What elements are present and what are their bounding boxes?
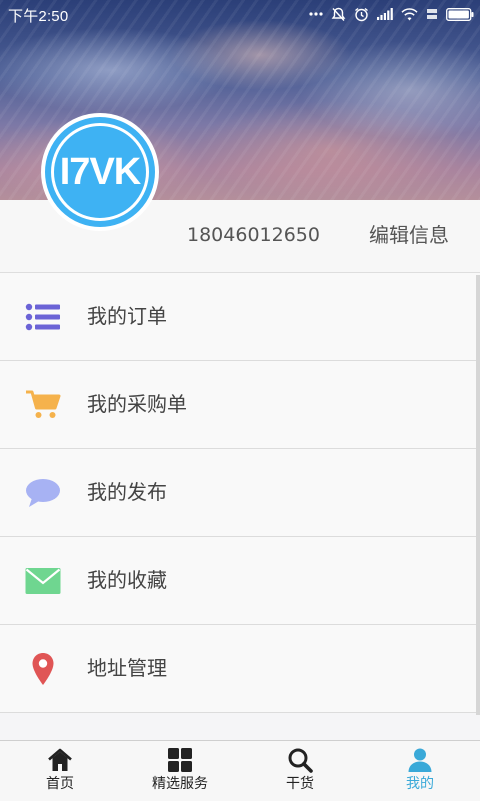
network-type-icon [426, 8, 438, 21]
avatar[interactable]: I7VK [41, 113, 159, 231]
menu-item-orders[interactable]: 我的订单 [0, 273, 480, 361]
grid-icon [167, 747, 193, 773]
battery-icon [446, 7, 474, 21]
menu-item-address-management[interactable]: 地址管理 [0, 625, 480, 713]
home-icon [47, 747, 73, 773]
status-bar: 下午2:50 [0, 0, 480, 28]
scrollbar[interactable] [476, 275, 480, 715]
tab-home[interactable]: 首页 [0, 741, 120, 801]
tab-featured-services[interactable]: 精选服务 [120, 741, 240, 801]
status-time: 下午2:50 [8, 8, 69, 25]
alarm-icon [354, 7, 369, 22]
list-icon [25, 301, 61, 333]
tab-label: 精选服务 [152, 776, 208, 792]
edit-profile-button[interactable]: 编辑信息 [369, 221, 449, 249]
menu-item-posts[interactable]: 我的发布 [0, 449, 480, 537]
phone-number: 18046012650 [187, 224, 320, 246]
tab-label: 首页 [46, 776, 74, 792]
menu-item-label: 地址管理 [87, 656, 167, 680]
menu-item-label: 我的收藏 [87, 568, 167, 592]
account-menu: 我的订单 我的采购单 我的发布 我的收藏 地址管理 [0, 273, 480, 713]
status-icons [309, 6, 474, 22]
wifi-icon [401, 7, 418, 21]
menu-item-label: 我的发布 [87, 480, 167, 504]
location-pin-icon [25, 653, 61, 685]
tab-label: 干货 [286, 776, 314, 792]
menu-item-label: 我的采购单 [87, 392, 187, 416]
cart-icon [25, 389, 61, 421]
avatar-logo-text: I7VK [59, 151, 141, 193]
menu-item-purchase-list[interactable]: 我的采购单 [0, 361, 480, 449]
signal-icon [377, 8, 393, 20]
search-icon [287, 747, 313, 773]
envelope-icon [25, 565, 61, 597]
more-dots-icon [309, 12, 323, 16]
tab-knowledge[interactable]: 干货 [240, 741, 360, 801]
chat-bubble-icon [25, 477, 61, 509]
bottom-tab-bar: 首页 精选服务 干货 我的 [0, 740, 480, 801]
mute-icon [331, 7, 346, 22]
menu-item-favorites[interactable]: 我的收藏 [0, 537, 480, 625]
tab-mine[interactable]: 我的 [360, 741, 480, 801]
menu-item-label: 我的订单 [87, 304, 167, 328]
tab-label: 我的 [406, 776, 434, 792]
user-icon [407, 747, 433, 773]
